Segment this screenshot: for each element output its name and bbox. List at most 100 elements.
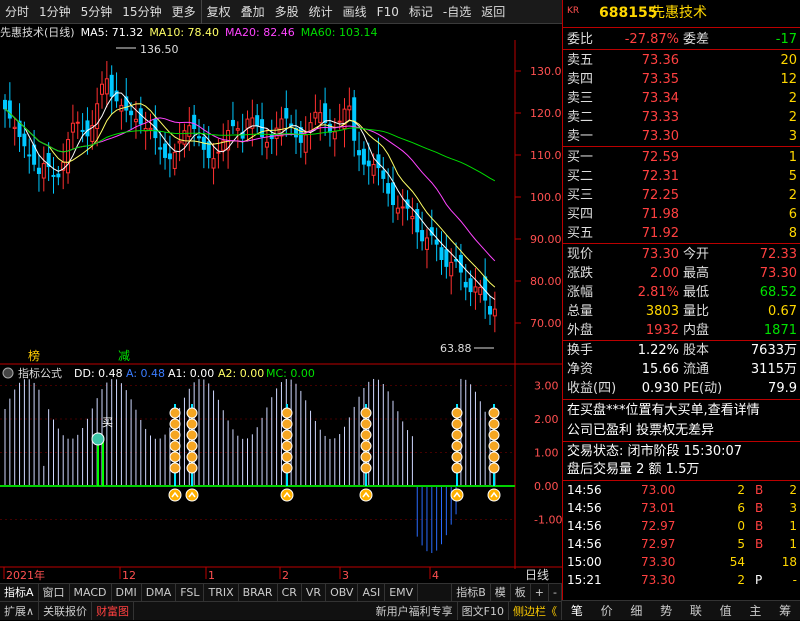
toolbar-item-6[interactable]: 叠加 <box>236 0 270 24</box>
indicator-tab-12[interactable]: EMV <box>385 584 419 601</box>
indicator-tab-0[interactable]: 指标A <box>0 584 39 601</box>
chart-area[interactable]: 130.0 120.0 110.0 100.0 90.00 80.00 70.00 3.00 2… <box>0 24 562 583</box>
toolbar-item-13[interactable]: 返回 <box>476 0 510 24</box>
tick-volume: 2 <box>737 573 745 587</box>
up-arrow-signal-icon[interactable] <box>359 488 373 502</box>
candle-body <box>70 122 75 133</box>
indicator-tab-11[interactable]: ASI <box>358 584 386 601</box>
status-left-1[interactable]: 关联报价 <box>39 602 93 620</box>
up-arrow-signal-icon[interactable] <box>450 488 464 502</box>
candle-body <box>371 164 376 176</box>
stat-row: 涨跌 2.00 最高 73.30 <box>563 264 800 283</box>
fundamental-label: 换手 <box>567 343 594 358</box>
ask-row: 卖四 73.35 12 <box>563 70 800 89</box>
candle-body <box>313 111 318 119</box>
bid-price[interactable]: 71.92 <box>642 224 679 243</box>
bid-price[interactable]: 72.25 <box>642 186 679 205</box>
indicator-tab-13[interactable] <box>418 584 453 601</box>
indicator-tab-4[interactable]: DMA <box>142 584 177 601</box>
fundamental-value: 1.22% <box>637 343 679 358</box>
quote-tab-2[interactable]: 细 <box>622 601 652 620</box>
candle-body <box>424 237 429 250</box>
toolbar-item-0[interactable]: 分时 <box>0 0 34 24</box>
indicator-tab-8[interactable]: CR <box>278 584 302 601</box>
candle-body <box>337 120 342 123</box>
toolbar-item-12[interactable]: -自选 <box>438 0 476 24</box>
status-right-2[interactable]: 侧边栏《 <box>509 602 562 620</box>
bid-price[interactable]: 72.59 <box>642 148 679 167</box>
candle-body <box>449 261 454 277</box>
up-arrow-signal-icon[interactable] <box>185 488 199 502</box>
period-label[interactable]: 日线 <box>525 568 549 582</box>
indicator-name[interactable]: 指标公式 <box>18 366 62 380</box>
indicator-tab-7[interactable]: BRAR <box>239 584 278 601</box>
indicator-tab-9[interactable]: VR <box>302 584 327 601</box>
toolbar-item-9[interactable]: 画线 <box>338 0 372 24</box>
quote-tab-7[interactable]: 筹 <box>770 601 800 620</box>
indicator-tab-6[interactable]: TRIX <box>204 584 239 601</box>
toolbar-item-5[interactable]: 复权 <box>200 0 236 24</box>
coin-stack-icon <box>186 440 198 452</box>
quote-tab-1[interactable]: 价 <box>592 601 622 620</box>
indicator-tab-15[interactable]: 模 <box>491 584 511 601</box>
stat-value: 3803 <box>645 304 679 319</box>
indicator-tab-10[interactable]: OBV <box>326 584 359 601</box>
quote-tab-4[interactable]: 联 <box>681 601 711 620</box>
fundamental-value: 7633万 <box>750 343 797 358</box>
indicator-tab-3[interactable]: DMI <box>112 584 142 601</box>
stat-row: 总量 3803 量比 0.67 <box>563 302 800 321</box>
ask-price[interactable]: 73.33 <box>642 108 679 127</box>
ask-price[interactable]: 73.30 <box>642 127 679 146</box>
indicator-tab-17[interactable]: + <box>531 584 550 601</box>
bid-price[interactable]: 71.98 <box>642 205 679 224</box>
indicator-axis-tick: 1.00 <box>534 447 559 460</box>
up-arrow-signal-icon[interactable] <box>168 488 182 502</box>
candle-body <box>395 207 400 214</box>
tick-volume: 2 <box>737 483 745 497</box>
indicator-tab-2[interactable]: MACD <box>70 584 112 601</box>
indicator-tab-18[interactable]: - <box>549 584 562 601</box>
toolbar-item-3[interactable]: 15分钟 <box>117 0 166 24</box>
status-left-2[interactable]: 财富图 <box>92 602 135 620</box>
candle-body <box>439 247 444 260</box>
quote-tab-3[interactable]: 势 <box>651 601 681 620</box>
ask-price[interactable]: 73.36 <box>642 51 679 70</box>
indicator-tab-1[interactable]: 窗口 <box>39 584 70 601</box>
marker-jian[interactable]: 减 <box>118 349 130 363</box>
status-right-0[interactable]: 新用户福利专享 <box>372 602 458 620</box>
bid-price[interactable]: 72.31 <box>642 167 679 186</box>
quote-tab-5[interactable]: 值 <box>711 601 741 620</box>
price-axis-tick: 100.0 <box>530 191 562 204</box>
toolbar-item-1[interactable]: 1分钟 <box>34 0 76 24</box>
candle-body <box>36 167 41 174</box>
quote-tab-6[interactable]: 主 <box>741 601 771 620</box>
indicator-a2: A2: 0.00 <box>218 367 264 380</box>
fundamental-value: 79.9 <box>768 381 797 396</box>
ask-price[interactable]: 73.34 <box>642 89 679 108</box>
indicator-tab-5[interactable]: FSL <box>176 584 205 601</box>
up-arrow-signal-icon[interactable] <box>487 488 501 502</box>
news-line-1[interactable]: 在买盘***位置有大买单,查看详情 <box>567 401 760 420</box>
candle-body <box>167 153 172 160</box>
stat-value: 73.30 <box>759 266 797 281</box>
status-left-0[interactable]: 扩展∧ <box>0 602 40 620</box>
ask-price[interactable]: 73.35 <box>642 70 679 89</box>
indicator-tab-16[interactable]: 板 <box>511 584 531 601</box>
candle-body <box>434 239 439 245</box>
quote-tab-0[interactable]: 笔 <box>562 601 592 620</box>
toolbar-item-4[interactable]: 更多 <box>167 0 201 24</box>
toolbar-item-7[interactable]: 多股 <box>270 0 304 24</box>
up-arrow-signal-icon[interactable] <box>280 488 294 502</box>
status-right-1[interactable]: 图文F10 <box>458 602 509 620</box>
toolbar-item-10[interactable]: F10 <box>372 0 404 24</box>
order-diff-label: 委差 <box>683 32 710 47</box>
tick-side: B <box>755 519 764 533</box>
marker-bang[interactable]: 榜 <box>28 348 40 363</box>
candle-body <box>177 140 182 144</box>
toolbar-item-11[interactable]: 标记 <box>404 0 438 24</box>
indicator-tab-14[interactable]: 指标B <box>452 584 491 601</box>
toolbar-item-2[interactable]: 5分钟 <box>76 0 118 24</box>
toolbar-item-8[interactable]: 统计 <box>304 0 338 24</box>
buy-signal-icon[interactable] <box>91 432 105 446</box>
news-line-2[interactable]: 公司已盈利 投票权无差异 <box>567 421 714 440</box>
